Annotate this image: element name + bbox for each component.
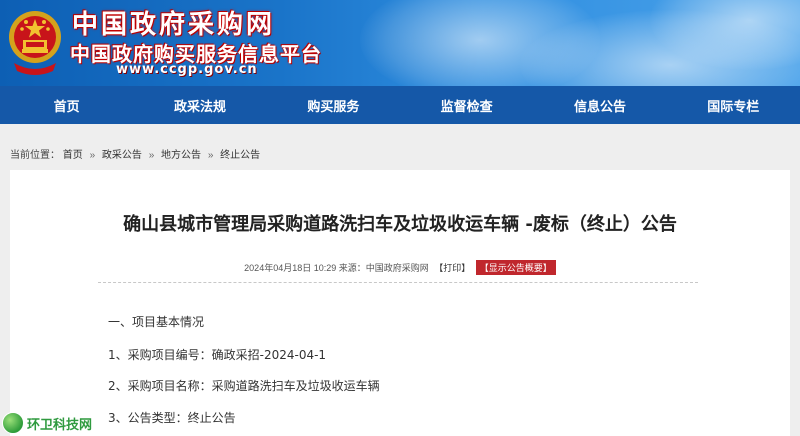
breadcrumb-prefix: 当前位置： bbox=[10, 150, 60, 161]
breadcrumb-procurement-announcements[interactable]: 政采公告 bbox=[102, 150, 142, 161]
main-nav: 首页 政采法规 购买服务 监督检查 信息公告 国际专栏 bbox=[0, 86, 800, 124]
article-title: 确山县城市管理局采购道路洗扫车及垃圾收运车辆 -废标（终止）公告 bbox=[123, 214, 677, 235]
article-card: 确山县城市管理局采购道路洗扫车及垃圾收运车辆 -废标（终止）公告 2024年04… bbox=[10, 170, 790, 436]
site-url[interactable]: www.ccgp.gov.cn bbox=[116, 62, 258, 77]
nav-item-purchase-services[interactable]: 购买服务 bbox=[267, 86, 400, 124]
project-name: 2、采购项目名称：采购道路洗扫车及垃圾收运车辆 bbox=[108, 379, 380, 393]
breadcrumb-separator: » bbox=[148, 150, 155, 161]
breadcrumb-local-announcements[interactable]: 地方公告 bbox=[161, 150, 201, 161]
show-summary-button[interactable]: 【显示公告概要】 bbox=[475, 260, 556, 275]
breadcrumb-separator: » bbox=[207, 150, 214, 161]
nav-item-international[interactable]: 国际专栏 bbox=[667, 86, 800, 124]
print-link[interactable]: 【打印】 bbox=[434, 263, 470, 273]
announcement-type: 3、公告类型：终止公告 bbox=[108, 411, 236, 425]
national-emblem-icon[interactable] bbox=[6, 5, 64, 77]
nav-item-announcements[interactable]: 信息公告 bbox=[533, 86, 666, 124]
nav-item-home[interactable]: 首页 bbox=[0, 86, 133, 124]
breadcrumb: 当前位置： 首页 » 政采公告 » 地方公告 » 终止公告 bbox=[10, 146, 260, 161]
article-meta: 2024年04月18日 10:29 来源：中国政府采购网 【打印】 【显示公告概… bbox=[10, 260, 790, 275]
watermark-text: 环卫科技网 bbox=[27, 417, 93, 433]
breadcrumb-separator: » bbox=[89, 150, 96, 161]
watermark: 环卫科技网 bbox=[2, 412, 92, 434]
breadcrumb-home[interactable]: 首页 bbox=[63, 150, 83, 161]
meta-divider bbox=[98, 282, 698, 283]
nav-item-regulations[interactable]: 政采法规 bbox=[133, 86, 266, 124]
article-date-source: 2024年04月18日 10:29 来源：中国政府采购网 bbox=[244, 263, 429, 273]
breadcrumb-termination-announcements[interactable]: 终止公告 bbox=[220, 150, 260, 161]
nav-item-supervision[interactable]: 监督检查 bbox=[400, 86, 533, 124]
eco-leaf-logo-icon bbox=[2, 412, 24, 434]
header-banner: 中国政府采购网 中国政府购买服务信息平台 www.ccgp.gov.cn bbox=[0, 0, 800, 86]
section-heading: 一、项目基本情况 bbox=[108, 315, 205, 329]
project-number: 1、采购项目编号：确政采招-2024-04-1 bbox=[108, 348, 327, 362]
site-title[interactable]: 中国政府采购网 bbox=[72, 4, 275, 41]
